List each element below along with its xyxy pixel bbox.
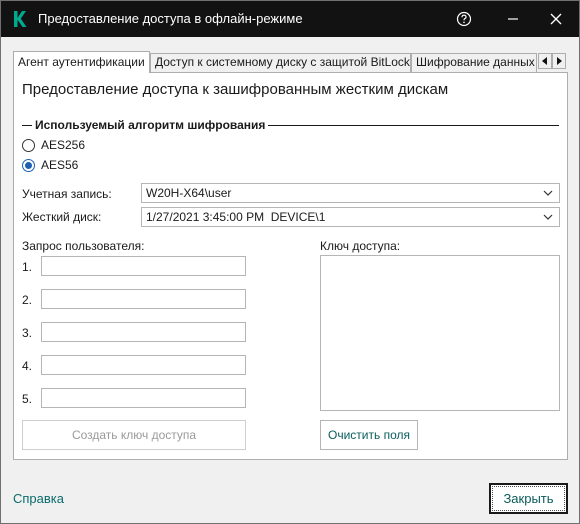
chevron-down-icon [543, 214, 553, 220]
window-title: Предоставление доступа в офлайн-режиме [38, 11, 303, 26]
minimize-icon [508, 18, 518, 20]
disk-value: 1/27/2021 3:45:00 PM DEVICE\1 [146, 210, 326, 224]
request-field-2[interactable] [41, 289, 246, 309]
radio-button-checked[interactable] [22, 158, 35, 172]
request-number: 3. [22, 326, 33, 340]
request-number: 5. [22, 392, 33, 406]
close-window-button[interactable] [543, 7, 569, 31]
radio-button[interactable] [22, 138, 35, 152]
disk-select[interactable]: 1/27/2021 3:45:00 PM DEVICE\1 [141, 207, 560, 227]
user-request-label: Запрос пользователя: [22, 239, 145, 253]
help-button[interactable] [451, 7, 477, 31]
account-select[interactable]: W20H-X64\user [141, 183, 560, 203]
tab-scroll-right-button[interactable] [552, 53, 566, 69]
tab-data-encryption[interactable]: Шифрование данных [411, 53, 537, 72]
request-field-5[interactable] [41, 388, 246, 408]
tab-panel: Предоставление доступа к зашифрованным ж… [13, 72, 568, 460]
request-number: 1. [22, 260, 33, 274]
account-label: Учетная запись: [22, 187, 112, 201]
radio-label: AES256 [41, 138, 86, 152]
access-key-textarea[interactable] [320, 255, 560, 411]
close-icon [550, 13, 562, 25]
chevron-down-icon [543, 190, 553, 196]
algorithm-group-title: Используемый алгоритм шифрования [32, 118, 269, 132]
triangle-left-icon [542, 57, 547, 65]
request-field-3[interactable] [41, 322, 246, 342]
radio-aes56[interactable]: AES56 [22, 158, 78, 172]
radio-aes256[interactable]: AES256 [22, 138, 85, 152]
help-link[interactable]: Справка [13, 491, 64, 506]
request-number: 2. [22, 293, 33, 307]
create-access-key-button[interactable]: Создать ключ доступа [22, 420, 246, 450]
request-field-1[interactable] [41, 256, 246, 276]
account-value: W20H-X64\user [146, 186, 232, 200]
access-key-label: Ключ доступа: [320, 239, 401, 253]
tab-authentication-agent[interactable]: Агент аутентификации [13, 51, 150, 73]
clear-fields-button[interactable]: Очистить поля [320, 420, 418, 450]
request-field-4[interactable] [41, 355, 246, 375]
tab-bitlocker-access[interactable]: Доступ к системному диску с защитой BitL… [150, 53, 411, 72]
close-button[interactable]: Закрыть [489, 483, 568, 514]
request-number: 4. [22, 359, 33, 373]
disk-label: Жесткий диск: [22, 210, 102, 224]
radio-label: AES56 [41, 158, 79, 172]
tab-scroll-left-button[interactable] [538, 53, 552, 69]
offline-access-dialog: Предоставление доступа в офлайн-режиме А… [0, 0, 580, 524]
panel-heading: Предоставление доступа к зашифрованным ж… [22, 81, 449, 98]
kaspersky-logo-icon [14, 11, 27, 27]
title-bar: Предоставление доступа в офлайн-режиме [1, 1, 579, 37]
triangle-right-icon [557, 57, 562, 65]
minimize-button[interactable] [500, 7, 526, 31]
help-icon [456, 11, 472, 27]
